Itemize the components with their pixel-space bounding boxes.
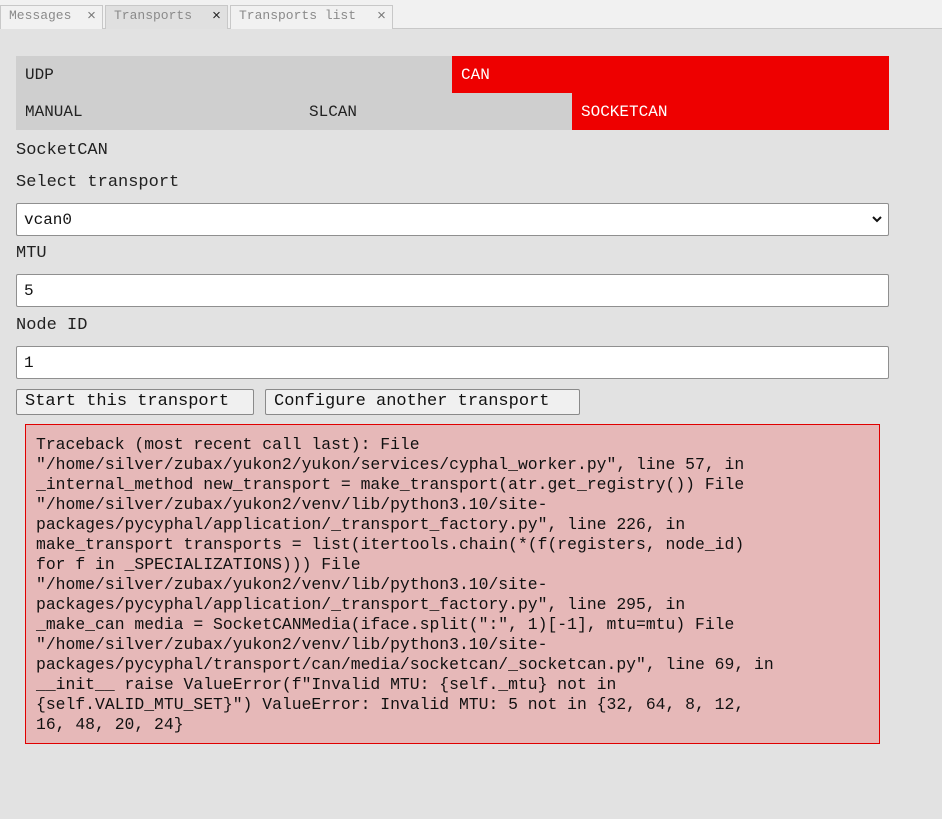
tab-transports-list[interactable]: Transports list × <box>230 5 393 29</box>
close-icon[interactable]: × <box>87 9 96 24</box>
tab-label: Messages <box>9 8 72 23</box>
tab-label: Transports list <box>239 8 357 23</box>
node-id-label: Node ID <box>16 316 88 335</box>
mtu-label: MTU <box>16 244 47 263</box>
mtu-input[interactable]: 5 <box>16 274 889 307</box>
section-title: SocketCAN <box>16 141 108 160</box>
configure-another-transport-button[interactable]: Configure another transport <box>265 389 580 415</box>
can-mode-manual[interactable]: MANUAL <box>16 93 300 130</box>
tab-bar: Messages × Transports × Transports list … <box>0 0 942 29</box>
transport-type-can[interactable]: CAN <box>452 56 889 93</box>
tab-transports[interactable]: Transports × <box>105 5 228 29</box>
chevron-down-icon <box>872 216 882 223</box>
transport-select[interactable]: vcan0 <box>16 203 889 236</box>
error-message: Traceback (most recent call last): File … <box>25 424 880 744</box>
select-transport-label: Select transport <box>16 173 180 192</box>
can-mode-selector: MANUAL SLCAN SOCKETCAN <box>16 93 889 130</box>
close-icon[interactable]: × <box>377 9 386 24</box>
mtu-value: 5 <box>24 282 34 300</box>
transport-select-value: vcan0 <box>24 211 73 229</box>
close-icon[interactable]: × <box>212 9 221 24</box>
node-id-input[interactable]: 1 <box>16 346 889 379</box>
tab-messages[interactable]: Messages × <box>0 5 103 29</box>
can-mode-slcan[interactable]: SLCAN <box>300 93 572 130</box>
start-transport-button[interactable]: Start this transport <box>16 389 254 415</box>
transport-type-udp[interactable]: UDP <box>16 56 452 93</box>
tab-label: Transports <box>114 8 193 23</box>
can-mode-socketcan[interactable]: SOCKETCAN <box>572 93 889 130</box>
transport-type-selector: UDP CAN <box>16 56 889 93</box>
node-id-value: 1 <box>24 354 34 372</box>
